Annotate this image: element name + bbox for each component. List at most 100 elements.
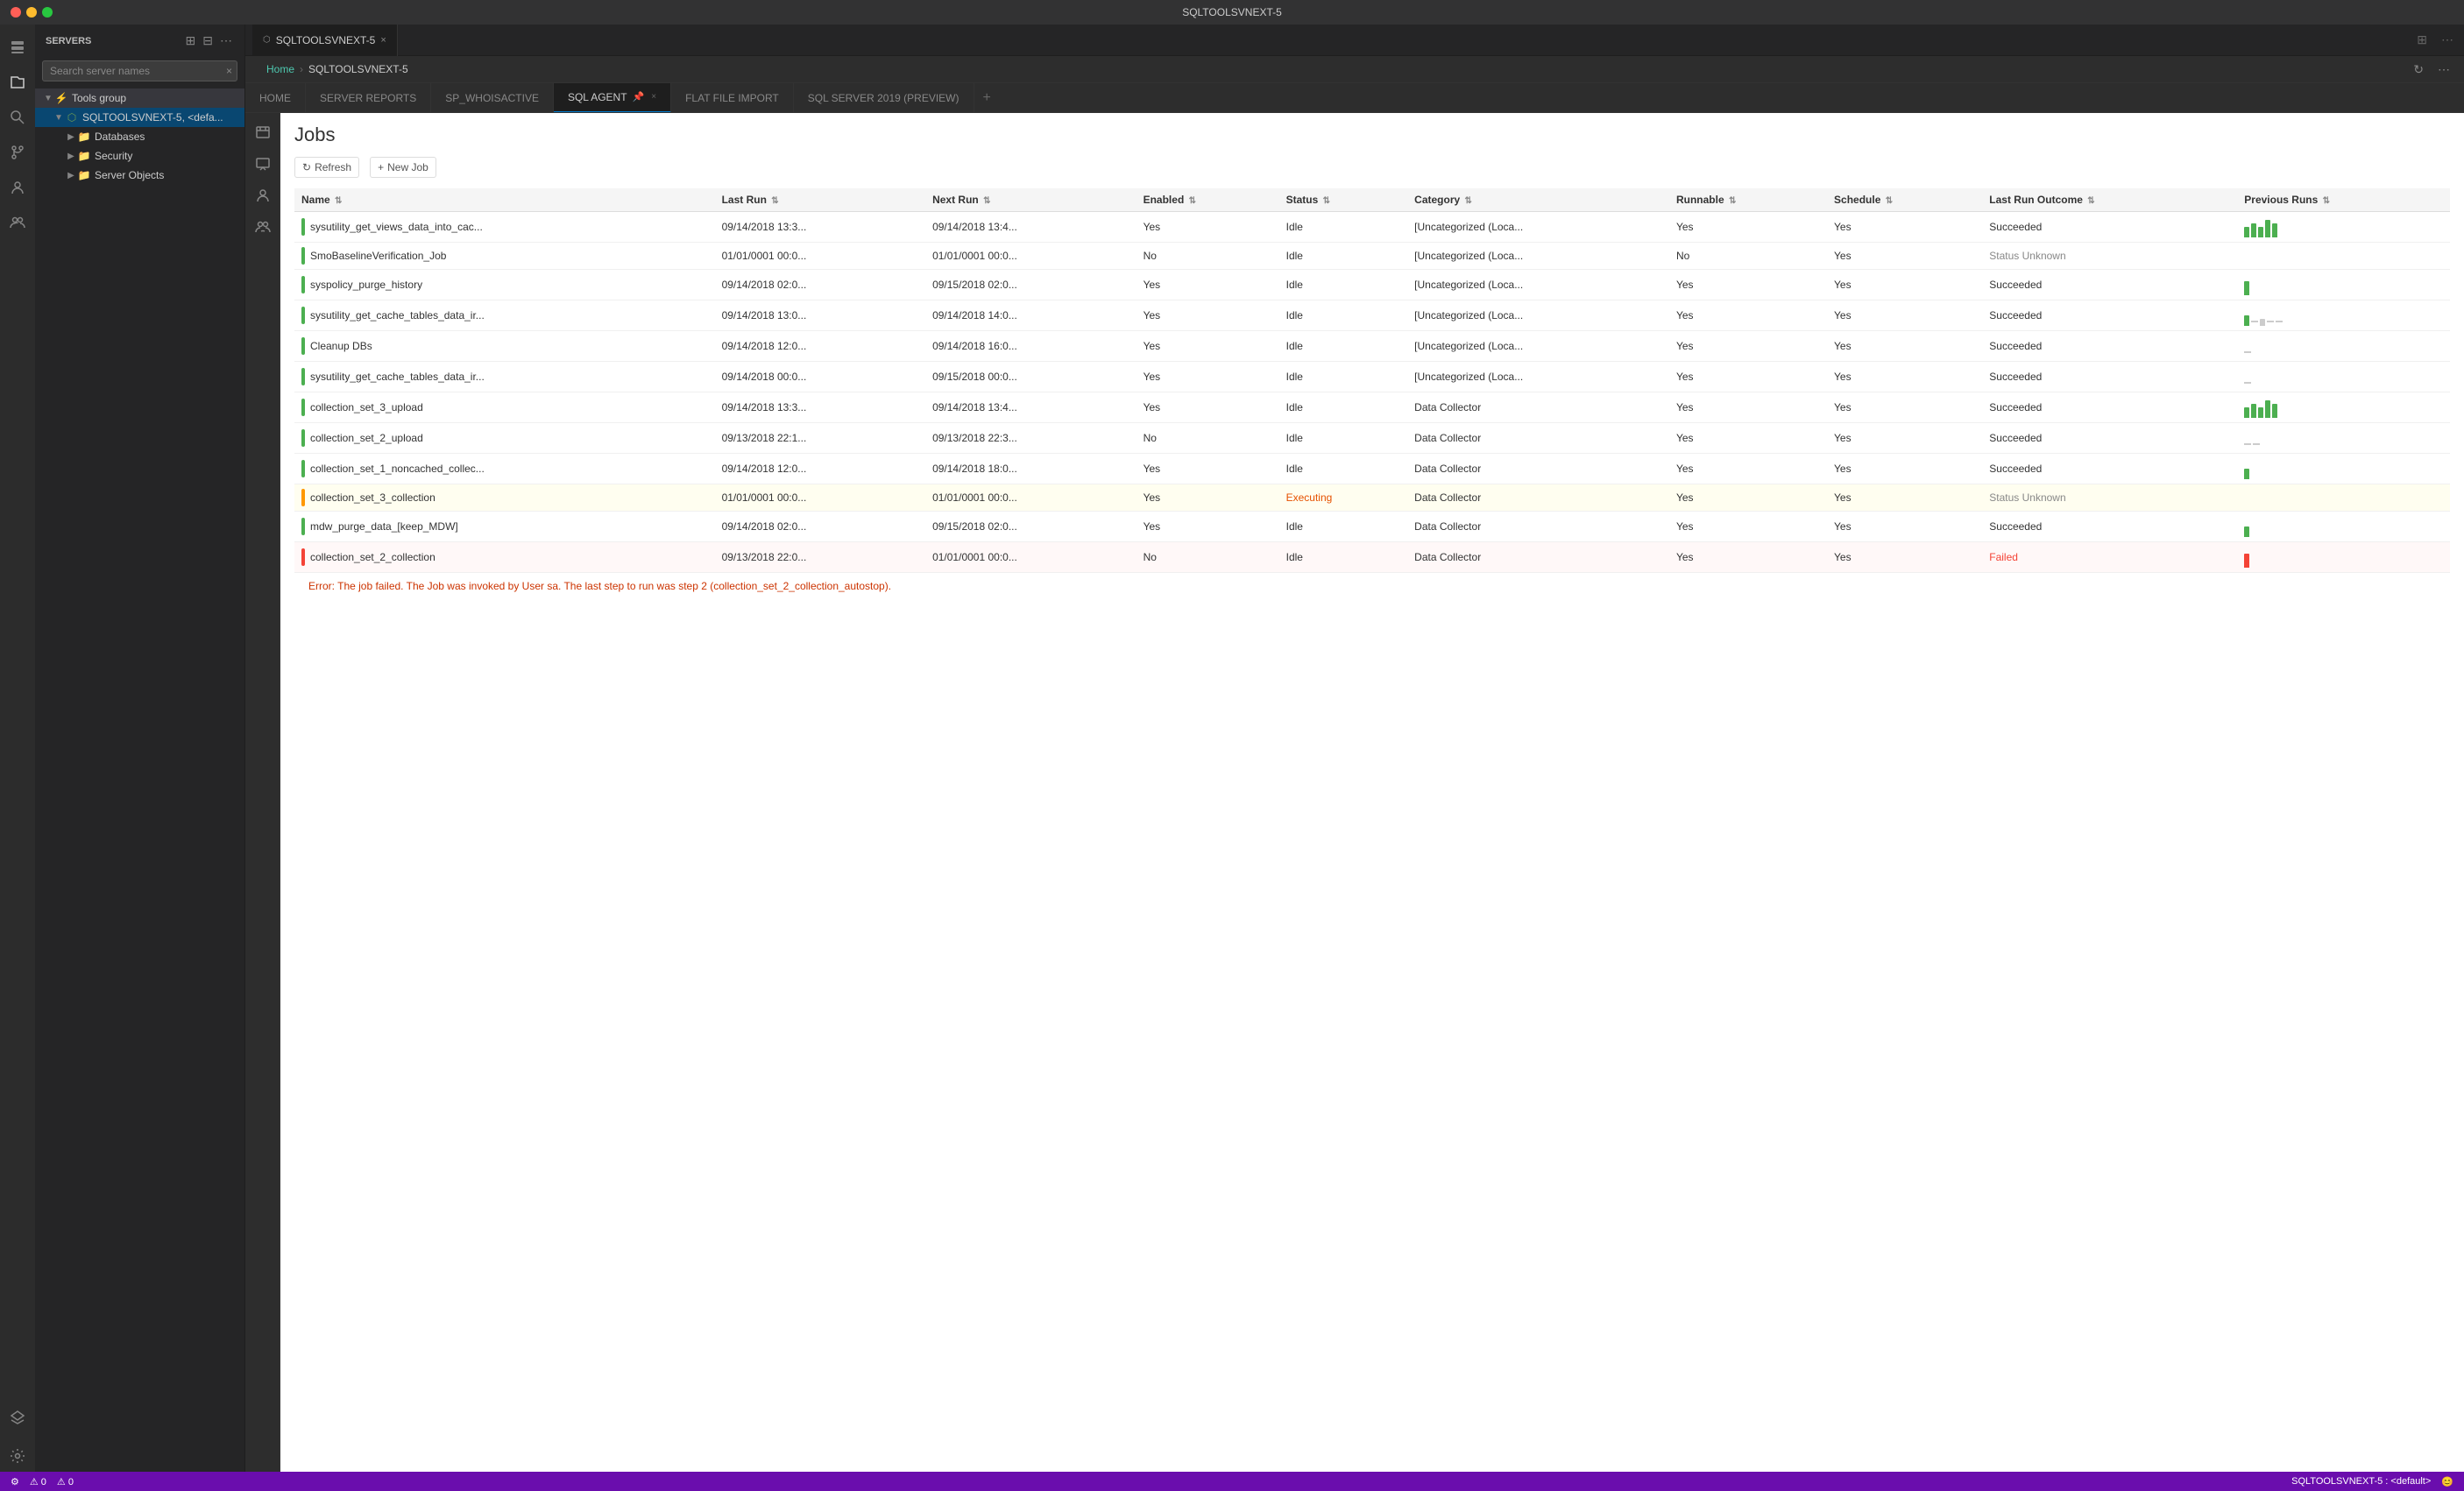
person-icon[interactable]	[251, 183, 275, 208]
col-last-run[interactable]: Last Run ⇅	[715, 188, 926, 212]
status-warning-icon[interactable]: ⚠ 0	[30, 1476, 46, 1487]
tab-sp-whoisactive-label: SP_WHOISACTIVE	[445, 92, 539, 104]
sidebar-new-connection-btn[interactable]: ⊞	[184, 32, 198, 50]
job-status: Idle	[1279, 423, 1408, 454]
tab-sql-server-2019[interactable]: SQL SERVER 2019 (PREVIEW)	[794, 83, 974, 113]
more-options-btn[interactable]: ⋯	[2438, 31, 2457, 49]
window-controls[interactable]	[11, 7, 53, 18]
message-icon[interactable]	[251, 152, 275, 176]
status-gear-icon[interactable]: ⚙	[11, 1476, 19, 1487]
activity-deploy-icon[interactable]	[2, 1402, 33, 1433]
server-tab[interactable]: ⬡ SQLTOOLSVNEXT-5 ×	[252, 25, 398, 56]
job-status: Idle	[1279, 362, 1408, 392]
table-row[interactable]: collection_set_2_collection09/13/2018 22…	[294, 542, 2450, 573]
job-status-bar	[301, 307, 305, 324]
server-tab-close[interactable]: ×	[380, 35, 386, 46]
tools-group-item[interactable]: ▼ ⚡ Tools group	[35, 88, 244, 108]
table-row[interactable]: sysutility_get_views_data_into_cac...09/…	[294, 212, 2450, 243]
server-objects-item[interactable]: ▶ 📁 Server Objects	[35, 166, 244, 185]
job-name-cell: sysutility_get_cache_tables_data_ir...	[294, 300, 715, 331]
databases-item[interactable]: ▶ 📁 Databases	[35, 127, 244, 146]
col-name[interactable]: Name ⇅	[294, 188, 715, 212]
col-previous-runs[interactable]: Previous Runs ⇅	[2237, 188, 2450, 212]
breadcrumb-more-btn[interactable]: ⋯	[2434, 60, 2453, 79]
tab-sql-server-2019-label: SQL SERVER 2019 (PREVIEW)	[808, 92, 959, 104]
col-last-run-outcome[interactable]: Last Run Outcome ⇅	[1982, 188, 2237, 212]
split-editor-btn[interactable]: ⊞	[2413, 31, 2431, 49]
server-tree: ▼ ⚡ Tools group ▼ ⬡ SQLTOOLSVNEXT-5, <de…	[35, 88, 244, 185]
table-row[interactable]: collection_set_1_noncached_collec...09/1…	[294, 454, 2450, 484]
search-clear-icon[interactable]: ×	[226, 65, 232, 77]
search-input[interactable]	[42, 60, 237, 81]
prev-runs-chart	[2244, 458, 2443, 479]
refresh-connection-btn[interactable]: ↻	[2410, 60, 2427, 79]
server-item[interactable]: ▼ ⬡ SQLTOOLSVNEXT-5, <defa...	[35, 108, 244, 127]
sidebar-collapse-btn[interactable]: ⊟	[201, 32, 215, 50]
job-last-run-outcome: Status Unknown	[1982, 484, 2237, 512]
job-status: Idle	[1279, 542, 1408, 573]
toolbar-right: ⊞ ⋯	[2413, 31, 2457, 49]
job-enabled: No	[1136, 423, 1279, 454]
table-row[interactable]: sysutility_get_cache_tables_data_ir...09…	[294, 362, 2450, 392]
job-category: [Uncategorized (Loca...	[1407, 331, 1669, 362]
jobs-icon[interactable]	[251, 120, 275, 145]
chart-dash	[2267, 321, 2274, 322]
breadcrumb-current: SQLTOOLSVNEXT-5	[308, 63, 408, 75]
breadcrumb-home[interactable]: Home	[266, 63, 294, 75]
col-category[interactable]: Category ⇅	[1407, 188, 1669, 212]
security-item[interactable]: ▶ 📁 Security	[35, 146, 244, 166]
table-row[interactable]: mdw_purge_data_[keep_MDW]09/14/2018 02:0…	[294, 512, 2450, 542]
activity-search-icon[interactable]	[2, 102, 33, 133]
chart-dash	[2251, 321, 2258, 322]
table-row[interactable]: collection_set_3_collection01/01/0001 00…	[294, 484, 2450, 512]
group-person-icon[interactable]	[251, 215, 275, 239]
col-schedule[interactable]: Schedule ⇅	[1827, 188, 1982, 212]
col-next-run[interactable]: Next Run ⇅	[925, 188, 1136, 212]
job-last-run: 09/14/2018 02:0...	[715, 270, 926, 300]
tab-home[interactable]: HOME	[245, 83, 306, 113]
job-status-bar	[301, 429, 305, 447]
col-status-sort-icon: ⇅	[1323, 196, 1330, 206]
sql-agent-close-icon[interactable]: ×	[651, 92, 656, 102]
sidebar-more-btn[interactable]: ⋯	[218, 32, 234, 50]
table-row[interactable]: syspolicy_purge_history09/14/2018 02:0..…	[294, 270, 2450, 300]
header-row: Name ⇅ Last Run ⇅ Next Run ⇅	[294, 188, 2450, 212]
col-runnable[interactable]: Runnable ⇅	[1669, 188, 1827, 212]
tab-sp-whoisactive[interactable]: SP_WHOISACTIVE	[431, 83, 554, 113]
job-next-run: 01/01/0001 00:0...	[925, 243, 1136, 270]
job-status-bar	[301, 460, 305, 477]
status-error-icon[interactable]: ⚠ 0	[57, 1476, 74, 1487]
new-job-label: New Job	[387, 161, 428, 173]
maximize-button[interactable]	[42, 7, 53, 18]
job-status-bar	[301, 548, 305, 566]
prev-runs-chart	[2244, 305, 2443, 326]
job-enabled: Yes	[1136, 362, 1279, 392]
job-name: sysutility_get_views_data_into_cac...	[310, 221, 483, 233]
activity-git-icon[interactable]	[2, 137, 33, 168]
new-job-button[interactable]: + New Job	[370, 157, 436, 178]
table-row[interactable]: Cleanup DBs09/14/2018 12:0...09/14/2018 …	[294, 331, 2450, 362]
activity-explorer-icon[interactable]	[2, 67, 33, 98]
col-status[interactable]: Status ⇅	[1279, 188, 1408, 212]
tab-sql-agent[interactable]: SQL AGENT 📌 ×	[554, 83, 671, 113]
table-row[interactable]: SmoBaselineVerification_Job01/01/0001 00…	[294, 243, 2450, 270]
job-last-run-outcome: Succeeded	[1982, 331, 2237, 362]
content-area: ⬡ SQLTOOLSVNEXT-5 × ⊞ ⋯ Home › SQLTOOLSV…	[245, 25, 2464, 1472]
close-button[interactable]	[11, 7, 21, 18]
table-row[interactable]: sysutility_get_cache_tables_data_ir...09…	[294, 300, 2450, 331]
activity-servers-icon[interactable]	[2, 32, 33, 63]
activity-settings-icon[interactable]	[2, 1440, 33, 1472]
table-row[interactable]: collection_set_3_upload09/14/2018 13:3..…	[294, 392, 2450, 423]
minimize-button[interactable]	[26, 7, 37, 18]
job-last-run-outcome: Status Unknown	[1982, 243, 2237, 270]
job-category: Data Collector	[1407, 542, 1669, 573]
tab-flat-file-import[interactable]: FLAT FILE IMPORT	[671, 83, 794, 113]
refresh-button[interactable]: ↻ Refresh	[294, 157, 359, 178]
add-tab-btn[interactable]: +	[974, 83, 1000, 113]
table-row[interactable]: collection_set_2_upload09/13/2018 22:1..…	[294, 423, 2450, 454]
tab-server-reports[interactable]: SERVER REPORTS	[306, 83, 431, 113]
status-smiley-icon[interactable]: 😊	[2441, 1476, 2453, 1487]
activity-group-icon[interactable]	[2, 207, 33, 238]
col-enabled[interactable]: Enabled ⇅	[1136, 188, 1279, 212]
activity-users-icon[interactable]	[2, 172, 33, 203]
